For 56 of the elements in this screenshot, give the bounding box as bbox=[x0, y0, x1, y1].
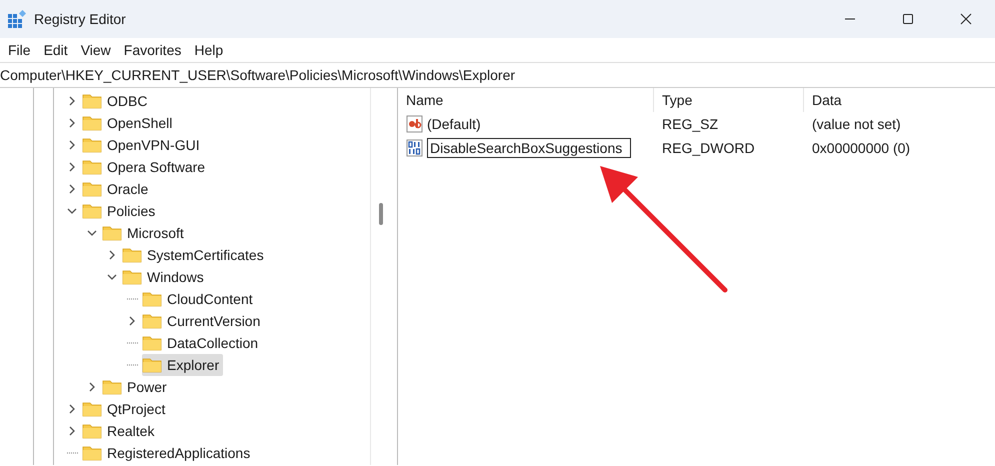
folder-icon bbox=[102, 379, 122, 395]
address-field[interactable]: Computer\HKEY_CURRENT_USER\Software\Policies\Microsoft\Windows\Explorer bbox=[0, 62, 995, 88]
value-data: (value not set) bbox=[812, 116, 901, 132]
tree-item[interactable]: Oracle bbox=[82, 178, 152, 200]
folder-icon bbox=[82, 181, 102, 197]
tree-item[interactable]: CloudContent bbox=[142, 288, 257, 310]
tree-item[interactable]: Opera Software bbox=[82, 156, 210, 178]
maximize-icon bbox=[902, 13, 914, 25]
tree-item[interactable]: Realtek bbox=[82, 420, 158, 442]
folder-icon bbox=[82, 423, 102, 439]
folder-icon bbox=[82, 137, 102, 153]
folder-icon bbox=[82, 203, 102, 219]
folder-icon bbox=[82, 115, 102, 131]
tree-item[interactable]: Windows bbox=[122, 266, 208, 288]
folder-icon bbox=[142, 335, 162, 351]
tree-item[interactable]: ODBC bbox=[82, 90, 152, 112]
column-header[interactable]: Type bbox=[654, 88, 804, 112]
value-name: (Default) bbox=[427, 116, 481, 132]
value-type: REG_SZ bbox=[662, 116, 718, 132]
tree-item[interactable]: OpenVPN-GUI bbox=[82, 134, 204, 156]
folder-icon bbox=[122, 269, 142, 285]
value-data: 0x00000000 (0) bbox=[812, 140, 910, 156]
column-header[interactable]: Name bbox=[398, 88, 654, 112]
folder-icon bbox=[82, 401, 102, 417]
menu-item[interactable]: Help bbox=[188, 42, 230, 58]
folder-icon bbox=[142, 357, 162, 373]
tree-item[interactable]: Microsoft bbox=[102, 222, 188, 244]
menu-item[interactable]: File bbox=[2, 42, 37, 58]
value-type: REG_DWORD bbox=[662, 140, 755, 156]
tree-item[interactable]: OpenShell bbox=[82, 112, 176, 134]
folder-icon bbox=[142, 313, 162, 329]
tree-item[interactable]: Policies bbox=[82, 200, 160, 222]
tree-item[interactable]: SystemCertificates bbox=[122, 244, 268, 266]
tree-item[interactable]: RegisteredApplications bbox=[82, 442, 254, 464]
tree-item[interactable]: DataCollection bbox=[142, 332, 262, 354]
folder-icon bbox=[82, 445, 102, 461]
folder-icon bbox=[102, 225, 122, 241]
scrollbar-thumb[interactable] bbox=[379, 203, 383, 225]
column-header[interactable]: Data bbox=[804, 88, 995, 112]
registry-icon bbox=[8, 10, 26, 28]
menu-item[interactable]: View bbox=[74, 42, 117, 58]
tree-item[interactable]: Explorer bbox=[142, 354, 224, 376]
menu-item[interactable]: Edit bbox=[38, 42, 74, 58]
menu-item[interactable]: Favorites bbox=[118, 42, 188, 58]
binary-value-icon bbox=[406, 139, 424, 157]
rename-field[interactable]: DisableSearchBoxSuggestions bbox=[427, 138, 632, 158]
tree-item[interactable]: CurrentVersion bbox=[142, 310, 264, 332]
folder-icon bbox=[122, 247, 142, 263]
folder-icon bbox=[142, 291, 162, 307]
tree-item[interactable]: Power bbox=[102, 376, 171, 398]
string-value-icon bbox=[406, 115, 424, 133]
folder-icon bbox=[82, 159, 102, 175]
window-title: Registry Editor bbox=[34, 11, 126, 27]
tree-item[interactable]: QtProject bbox=[82, 398, 170, 420]
close-icon bbox=[960, 13, 972, 25]
folder-icon bbox=[82, 93, 102, 109]
